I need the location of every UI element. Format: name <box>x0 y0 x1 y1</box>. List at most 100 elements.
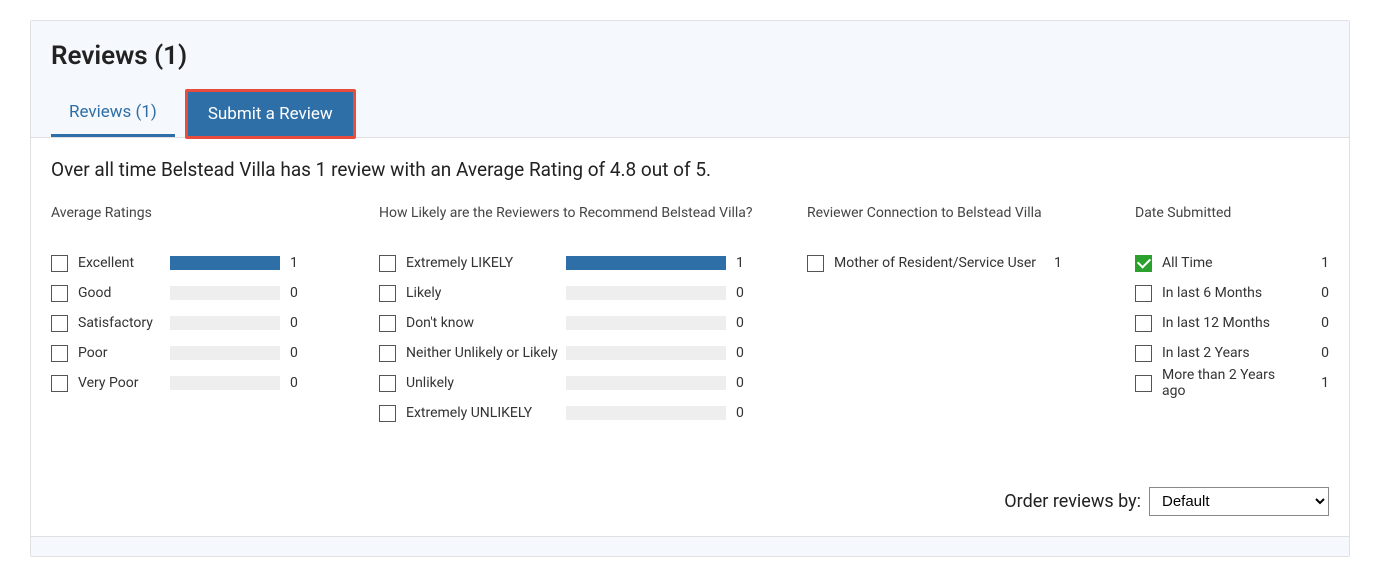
panel-header: Reviews (1) Reviews (1) Submit a Review <box>31 21 1349 137</box>
count: 0 <box>736 345 744 361</box>
column-heading-date: Date Submitted <box>1135 205 1329 221</box>
tab-reviews-label: Reviews (1) <box>69 102 157 122</box>
filter-row: Poor 0 <box>51 343 351 363</box>
checkbox[interactable] <box>51 375 68 392</box>
count: 0 <box>290 285 298 301</box>
filter-label: In last 6 Months <box>1162 285 1302 301</box>
bar <box>170 256 280 270</box>
filter-label: Satisfactory <box>78 315 170 331</box>
count: 1 <box>1321 255 1329 271</box>
filter-row: Good 0 <box>51 283 351 303</box>
filter-label: Don't know <box>406 315 566 331</box>
submit-review-button[interactable]: Submit a Review <box>185 89 356 139</box>
filter-row: Excellent 1 <box>51 253 351 273</box>
checkbox[interactable] <box>1135 285 1152 302</box>
bar <box>170 376 280 390</box>
checkbox[interactable] <box>379 285 396 302</box>
checkbox[interactable] <box>51 255 68 272</box>
bar-fill <box>566 256 726 270</box>
filter-label: Extremely LIKELY <box>406 255 566 271</box>
column-average-ratings: Average Ratings Excellent1Good0Satisfact… <box>51 205 351 433</box>
filter-row: In last 12 Months 0 <box>1135 313 1329 333</box>
summary-text: Over all time Belstead Villa has 1 revie… <box>51 158 1329 181</box>
filter-label: Poor <box>78 345 170 361</box>
filter-label: Mother of Resident/Service User <box>834 255 1054 271</box>
bar <box>566 346 726 360</box>
order-row: Order reviews by: Default <box>51 473 1329 516</box>
checkbox[interactable] <box>807 255 824 272</box>
count: 0 <box>736 405 744 421</box>
panel-body: Over all time Belstead Villa has 1 revie… <box>31 137 1349 536</box>
filter-label: Neither Unlikely or Likely <box>406 345 566 361</box>
order-label: Order reviews by: <box>1004 491 1141 512</box>
filter-row: Neither Unlikely or Likely 0 <box>379 343 779 363</box>
bar <box>566 316 726 330</box>
count: 1 <box>736 255 744 271</box>
filter-row: Unlikely 0 <box>379 373 779 393</box>
checkbox[interactable] <box>51 345 68 362</box>
filter-row: Extremely LIKELY 1 <box>379 253 779 273</box>
count: 0 <box>1321 345 1329 361</box>
filter-row: Very Poor 0 <box>51 373 351 393</box>
filter-row: More than 2 Years ago1 <box>1135 373 1329 393</box>
count: 0 <box>1321 285 1329 301</box>
column-heading-ratings: Average Ratings <box>51 205 351 221</box>
order-select[interactable]: Default <box>1149 487 1329 516</box>
submit-review-label: Submit a Review <box>208 104 333 124</box>
bar-fill <box>170 256 280 270</box>
filter-label: Excellent <box>78 255 170 271</box>
filter-row: Extremely UNLIKELY 0 <box>379 403 779 423</box>
count: 1 <box>1054 255 1062 271</box>
count: 0 <box>290 345 298 361</box>
filter-label: Unlikely <box>406 375 566 391</box>
checkbox[interactable] <box>1135 255 1152 272</box>
filter-row: In last 2 Years 0 <box>1135 343 1329 363</box>
checkbox[interactable] <box>379 255 396 272</box>
filter-label: Very Poor <box>78 375 170 391</box>
filter-label: In last 12 Months <box>1162 315 1302 331</box>
count: 1 <box>290 255 298 271</box>
checkbox[interactable] <box>379 315 396 332</box>
count: 0 <box>290 375 298 391</box>
filter-label: Likely <box>406 285 566 301</box>
bar <box>170 286 280 300</box>
bar <box>170 316 280 330</box>
count: 0 <box>736 285 744 301</box>
filter-row: In last 6 Months 0 <box>1135 283 1329 303</box>
page-title: Reviews (1) <box>51 41 1329 71</box>
tab-reviews[interactable]: Reviews (1) <box>51 90 175 137</box>
checkbox[interactable] <box>379 375 396 392</box>
bar <box>566 376 726 390</box>
filter-row: All Time1 <box>1135 253 1329 273</box>
filter-label: More than 2 Years ago <box>1162 367 1302 399</box>
column-heading-recommend: How Likely are the Reviewers to Recommen… <box>379 205 779 221</box>
count: 0 <box>736 315 744 331</box>
column-connection: Reviewer Connection to Belstead Villa Mo… <box>807 205 1107 433</box>
count: 0 <box>736 375 744 391</box>
checkbox[interactable] <box>51 285 68 302</box>
filter-row: Mother of Resident/Service User1 <box>807 253 1107 273</box>
count: 0 <box>290 315 298 331</box>
checkbox[interactable] <box>1135 375 1152 392</box>
checkbox[interactable] <box>51 315 68 332</box>
panel-footer <box>31 536 1349 556</box>
filter-label: Extremely UNLIKELY <box>406 405 566 421</box>
checkbox[interactable] <box>1135 315 1152 332</box>
filter-columns: Average Ratings Excellent1Good0Satisfact… <box>51 205 1329 433</box>
column-date: Date Submitted All Time1 In last 6 Months… <box>1135 205 1329 433</box>
checkbox[interactable] <box>379 345 396 362</box>
filter-label: In last 2 Years <box>1162 345 1302 361</box>
filter-row: Don't know 0 <box>379 313 779 333</box>
column-heading-connection: Reviewer Connection to Belstead Villa <box>807 205 1107 221</box>
bar <box>566 256 726 270</box>
checkbox[interactable] <box>379 405 396 422</box>
bar <box>566 286 726 300</box>
reviews-panel: Reviews (1) Reviews (1) Submit a Review … <box>30 20 1350 557</box>
tabs: Reviews (1) Submit a Review <box>51 89 1329 137</box>
filter-row: Satisfactory 0 <box>51 313 351 333</box>
filter-label: Good <box>78 285 170 301</box>
checkbox[interactable] <box>1135 345 1152 362</box>
bar <box>170 346 280 360</box>
count: 0 <box>1321 315 1329 331</box>
filter-row: Likely 0 <box>379 283 779 303</box>
